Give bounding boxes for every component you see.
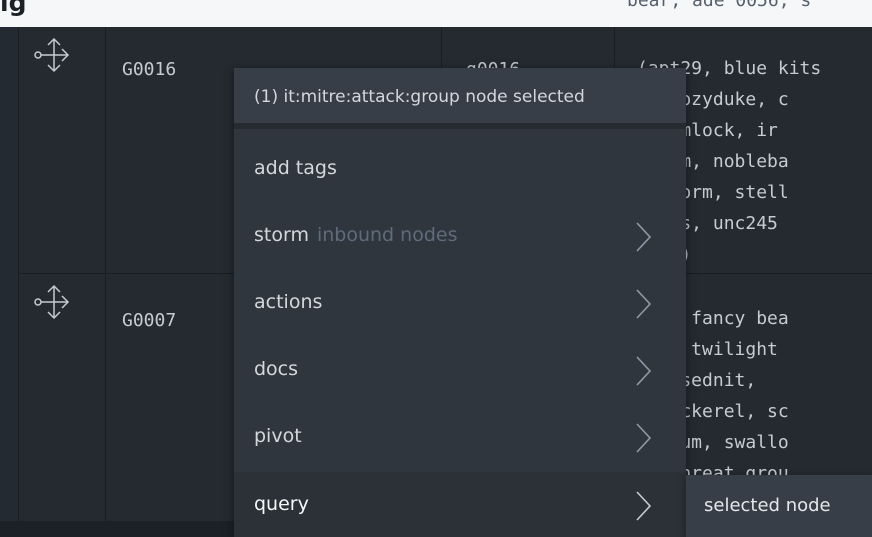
menu-item-add-tags[interactable]: add tags <box>234 136 686 203</box>
menu-item-label: query <box>254 493 309 515</box>
menu-item-actions[interactable]: actions <box>234 270 686 337</box>
chevron-right-icon <box>636 289 652 319</box>
chevron-right-icon <box>636 491 652 521</box>
app-root: ig bear, ade 0056, s G0016 g0016 (apt29,… <box>0 0 872 537</box>
menu-item-docs[interactable]: docs <box>234 337 686 404</box>
chevron-right-icon <box>636 222 652 252</box>
menu-item-label: storm inbound nodes <box>254 224 458 246</box>
menu-item-storm[interactable]: storm inbound nodes <box>234 203 686 270</box>
top-bar: ig bear, ade 0056, s <box>0 0 872 27</box>
menu-item-label: add tags <box>254 157 337 179</box>
chevron-right-icon <box>636 423 652 453</box>
menu-item-label: docs <box>254 358 299 380</box>
menu-item-label: pivot <box>254 425 302 447</box>
submenu-item-selected-node[interactable]: selected node <box>686 475 872 537</box>
header-alias-text: bear, ade 0056, s <box>627 0 812 11</box>
context-menu-header: (1) it:mitre:attack:group node selected <box>234 68 686 129</box>
column-divider <box>105 27 106 521</box>
cell-id: G0016 <box>122 59 177 80</box>
chevron-right-icon <box>636 356 652 386</box>
submenu-item-label: selected node <box>704 495 831 516</box>
column-divider <box>18 27 19 521</box>
context-menu: (1) it:mitre:attack:group node selected … <box>234 68 686 537</box>
menu-item-label: actions <box>254 291 323 313</box>
page-heading: ig <box>0 0 27 17</box>
menu-item-query[interactable]: query <box>234 472 686 537</box>
node-share-icon[interactable] <box>34 284 70 320</box>
menu-item-pivot[interactable]: pivot <box>234 404 686 471</box>
query-submenu: selected node <box>686 475 872 537</box>
node-share-icon[interactable] <box>34 37 70 73</box>
menu-item-hint: inbound nodes <box>316 224 458 246</box>
cell-id: G0007 <box>122 310 177 331</box>
selection-summary: (1) it:mitre:attack:group node selected <box>254 87 585 107</box>
